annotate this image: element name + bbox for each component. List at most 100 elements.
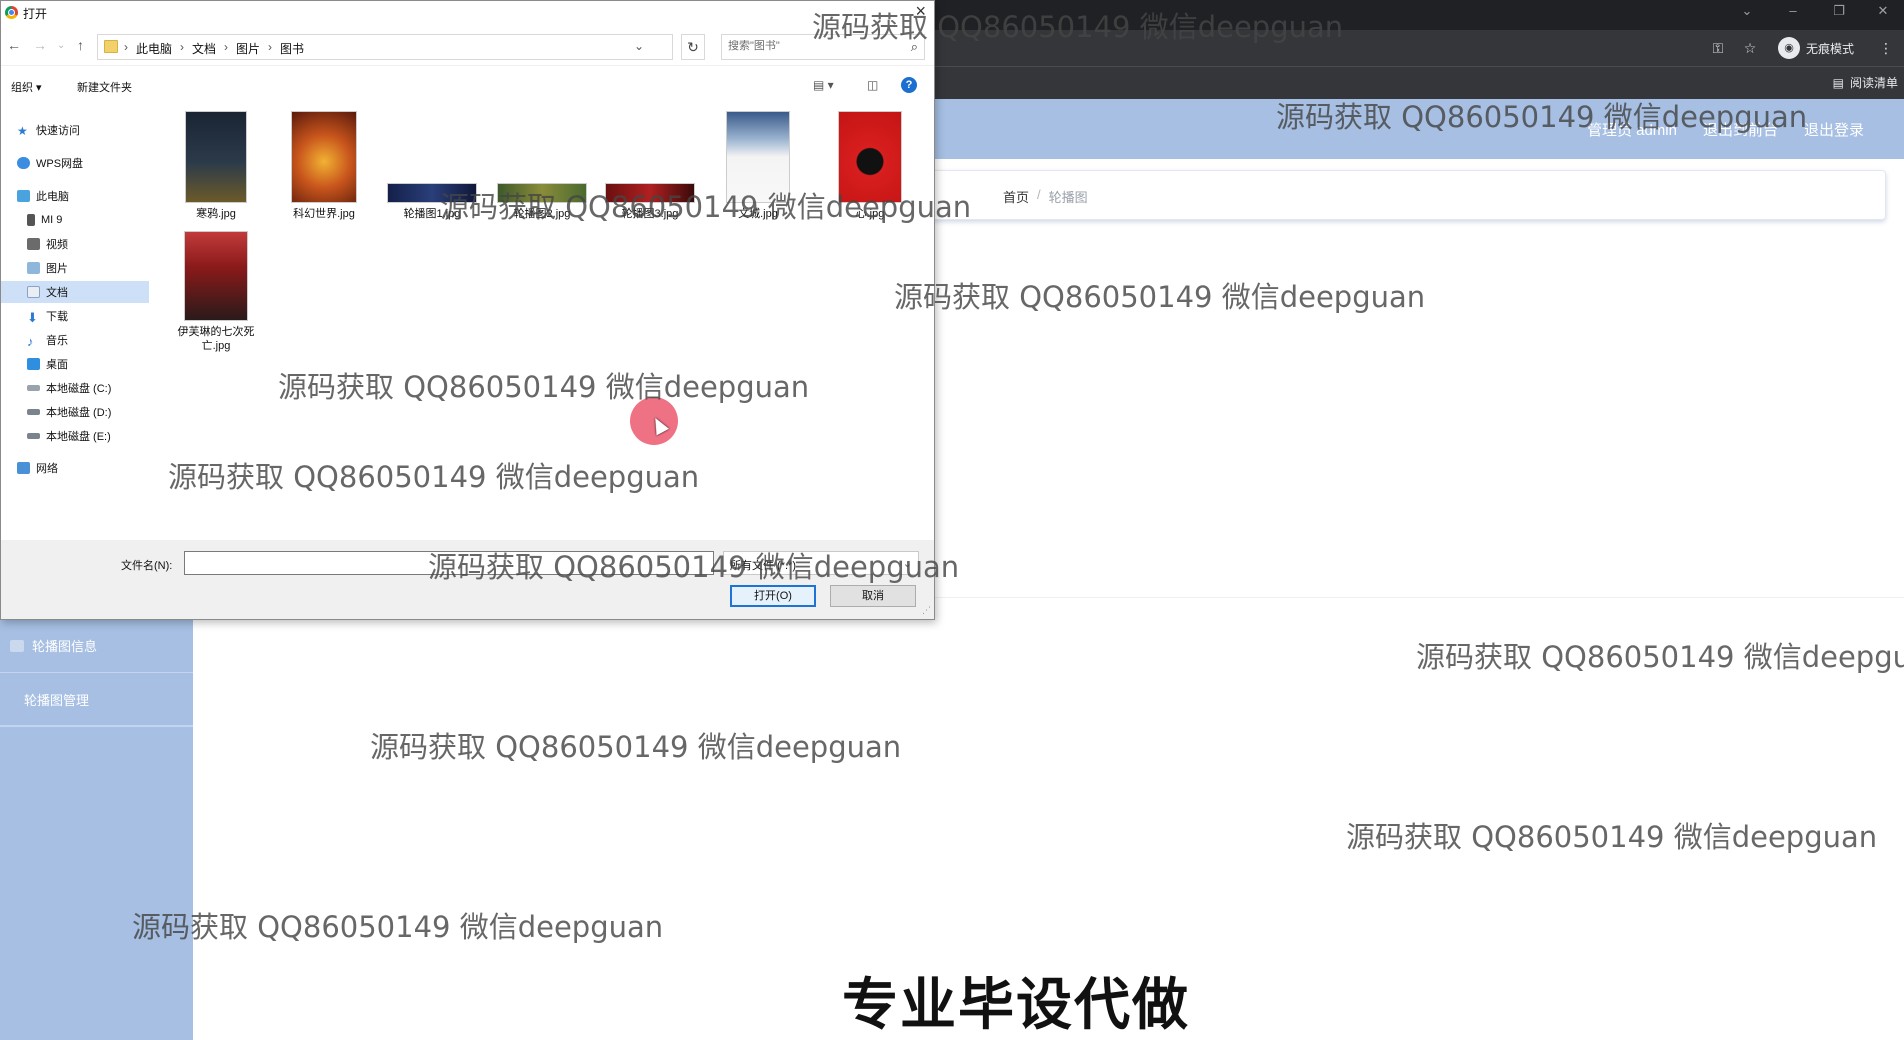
computer-icon (17, 190, 30, 202)
content-panel (930, 236, 1904, 598)
file-item[interactable]: 轮播图3.jpg (605, 111, 695, 221)
sidebar-group-carousel[interactable]: 轮播图信息 (0, 621, 193, 673)
up-arrow-icon[interactable]: ↑ (77, 37, 84, 53)
preview-pane-icon[interactable]: ◫ (867, 78, 878, 92)
nav-disk-d[interactable]: 本地磁盘 (D:) (27, 401, 111, 423)
back-arrow-icon[interactable]: ← (7, 37, 21, 53)
nav-quick-access[interactable]: ★ 快速访问 (17, 119, 80, 141)
file-name: 轮播图1.jpg (403, 208, 461, 220)
open-button[interactable]: 打开(O) (730, 585, 816, 607)
book-cover-thumbnail (184, 231, 248, 321)
breadcrumb: 首页 / 轮播图 (1003, 187, 1088, 206)
nav-network[interactable]: 网络 (17, 457, 58, 479)
nav-downloads[interactable]: ⬇ 下载 (27, 305, 68, 327)
chevron-down-icon[interactable]: ⌄ (634, 39, 644, 53)
nav-videos[interactable]: 视频 (27, 233, 68, 255)
nav-disk-e[interactable]: 本地磁盘 (E:) (27, 425, 111, 447)
file-item[interactable]: 轮播图2.jpg (497, 111, 587, 221)
file-item[interactable]: 文城.jpg (713, 111, 803, 221)
command-bar: 组织 ▾ 新建文件夹 ▤ ▾ ◫ ? (1, 65, 934, 103)
address-row: ← → ⌄ ↑ › 此电脑 › 文档 › 图片 › 图书 ⌄ ↻ ⌕ (1, 25, 934, 65)
nav-desktop[interactable]: 桌面 (27, 353, 68, 375)
dialog-title: 打开 (23, 7, 48, 21)
star-icon: ★ (17, 124, 28, 138)
refresh-icon[interactable]: ↻ (681, 34, 705, 60)
key-icon[interactable]: ⚿ (1708, 38, 1728, 58)
cancel-button[interactable]: 取消 (830, 585, 916, 607)
restore-icon[interactable]: ❐ (1816, 0, 1862, 30)
address-bar[interactable]: › 此电脑 › 文档 › 图片 › 图书 ⌄ (97, 34, 673, 60)
file-item[interactable]: 轮播图1.jpg (387, 111, 477, 221)
sidebar-item-label: 轮播图管理 (24, 693, 90, 708)
admin-label: 管理员 admin (1586, 122, 1677, 139)
file-name: 轮播图2.jpg (513, 208, 571, 220)
watermark: 源码获取 QQ86050149 微信deepguan (1416, 640, 1904, 674)
file-item[interactable]: 科幻世界.jpg (279, 111, 369, 221)
filetype-select[interactable]: 所有文件 (*.*) ⌄ (723, 551, 919, 575)
promo-banner: 专业毕设代做 (842, 973, 1190, 1038)
exit-to-frontend-link[interactable]: 退出到前台 (1703, 119, 1778, 140)
dialog-titlebar: 打开 × (1, 1, 934, 25)
book-cover-thumbnail (185, 111, 247, 203)
file-item[interactable]: 伊芙琳的七次死亡.jpg (171, 231, 261, 353)
nav-this-pc[interactable]: 此电脑 (17, 185, 69, 207)
file-list: 寒鸦.jpg 科幻世界.jpg 轮播图1.jpg 轮播图2.jpg 轮播图3.j… (161, 103, 931, 540)
minimize-icon[interactable]: – (1770, 0, 1816, 30)
search-box[interactable]: ⌕ (721, 34, 925, 60)
logout-link[interactable]: 退出登录 (1804, 119, 1864, 140)
nav-wps[interactable]: WPS网盘 (17, 152, 83, 174)
file-name: 寒鸦.jpg (196, 208, 236, 220)
nav-disk-c[interactable]: 本地磁盘 (C:) (27, 377, 111, 399)
file-name: 心.jpg (855, 208, 885, 220)
file-item[interactable]: 心.jpg (825, 111, 915, 221)
watermark: 源码获取 QQ86050149 微信deepguan (370, 730, 902, 764)
file-name: 轮播图3.jpg (621, 208, 679, 220)
incognito-badge[interactable]: ◉ 无痕模式 (1778, 35, 1854, 61)
book-cover-thumbnail (291, 111, 357, 203)
file-name: 伊芙琳的七次死亡.jpg (177, 326, 255, 352)
crumb-this-pc[interactable]: 此电脑 (136, 40, 172, 57)
crumb-documents[interactable]: 文档 (192, 40, 216, 57)
breadcrumb-current: 轮播图 (1048, 190, 1088, 205)
phone-icon (27, 214, 35, 226)
download-icon: ⬇ (27, 310, 38, 325)
star-icon[interactable]: ☆ (1740, 38, 1760, 58)
sidebar-group-label: 轮播图信息 (32, 639, 98, 654)
help-icon[interactable]: ? (901, 77, 917, 93)
filename-input[interactable] (184, 551, 714, 575)
recent-dropdown-icon[interactable]: ⌄ (57, 40, 65, 51)
breadcrumb-separator: / (1037, 187, 1041, 202)
network-icon (17, 462, 30, 474)
close-icon[interactable]: × (915, 1, 926, 22)
forward-arrow-icon[interactable]: → (33, 37, 47, 53)
incognito-label: 无痕模式 (1806, 41, 1855, 56)
nav-music[interactable]: ♪ 音乐 (27, 329, 68, 351)
close-window-icon[interactable]: ✕ (1860, 0, 1904, 30)
resize-grip-icon[interactable]: ⋰ (922, 605, 931, 616)
chevron-down-icon: ⌄ (902, 558, 912, 570)
new-folder-button[interactable]: 新建文件夹 (77, 79, 132, 95)
organize-menu[interactable]: 组织 ▾ (11, 79, 42, 95)
reading-list-button[interactable]: ▤ 阅读清单 (1833, 74, 1898, 91)
folder-icon (104, 40, 118, 53)
sidebar-item-carousel-management[interactable]: 轮播图管理 (0, 675, 193, 727)
nav-mi9[interactable]: MI 9 (27, 209, 62, 231)
breadcrumb-home[interactable]: 首页 (1003, 187, 1029, 206)
menu-icon (10, 640, 24, 652)
chevron-down-icon[interactable]: ⌄ (1724, 0, 1770, 30)
search-input[interactable] (728, 40, 888, 52)
file-item[interactable]: 寒鸦.jpg (171, 111, 261, 221)
view-options-icon[interactable]: ▤ ▾ (813, 78, 834, 92)
desktop-icon (27, 358, 40, 370)
filename-label: 文件名(N): (121, 560, 173, 572)
file-name: 科幻世界.jpg (293, 208, 355, 220)
crumb-pictures[interactable]: 图片 (236, 40, 260, 57)
incognito-icon: ◉ (1778, 37, 1800, 59)
file-open-dialog: 打开 × ← → ⌄ ↑ › 此电脑 › 文档 › 图片 › 图书 ⌄ ↻ ⌕ (0, 0, 935, 620)
more-menu-icon[interactable]: ⋮ (1876, 38, 1896, 58)
crumb-books[interactable]: 图书 (280, 40, 304, 57)
book-cover-thumbnail (838, 111, 902, 203)
nav-documents[interactable]: 文档 (1, 281, 149, 303)
search-icon[interactable]: ⌕ (911, 39, 918, 55)
nav-pictures[interactable]: 图片 (27, 257, 68, 279)
